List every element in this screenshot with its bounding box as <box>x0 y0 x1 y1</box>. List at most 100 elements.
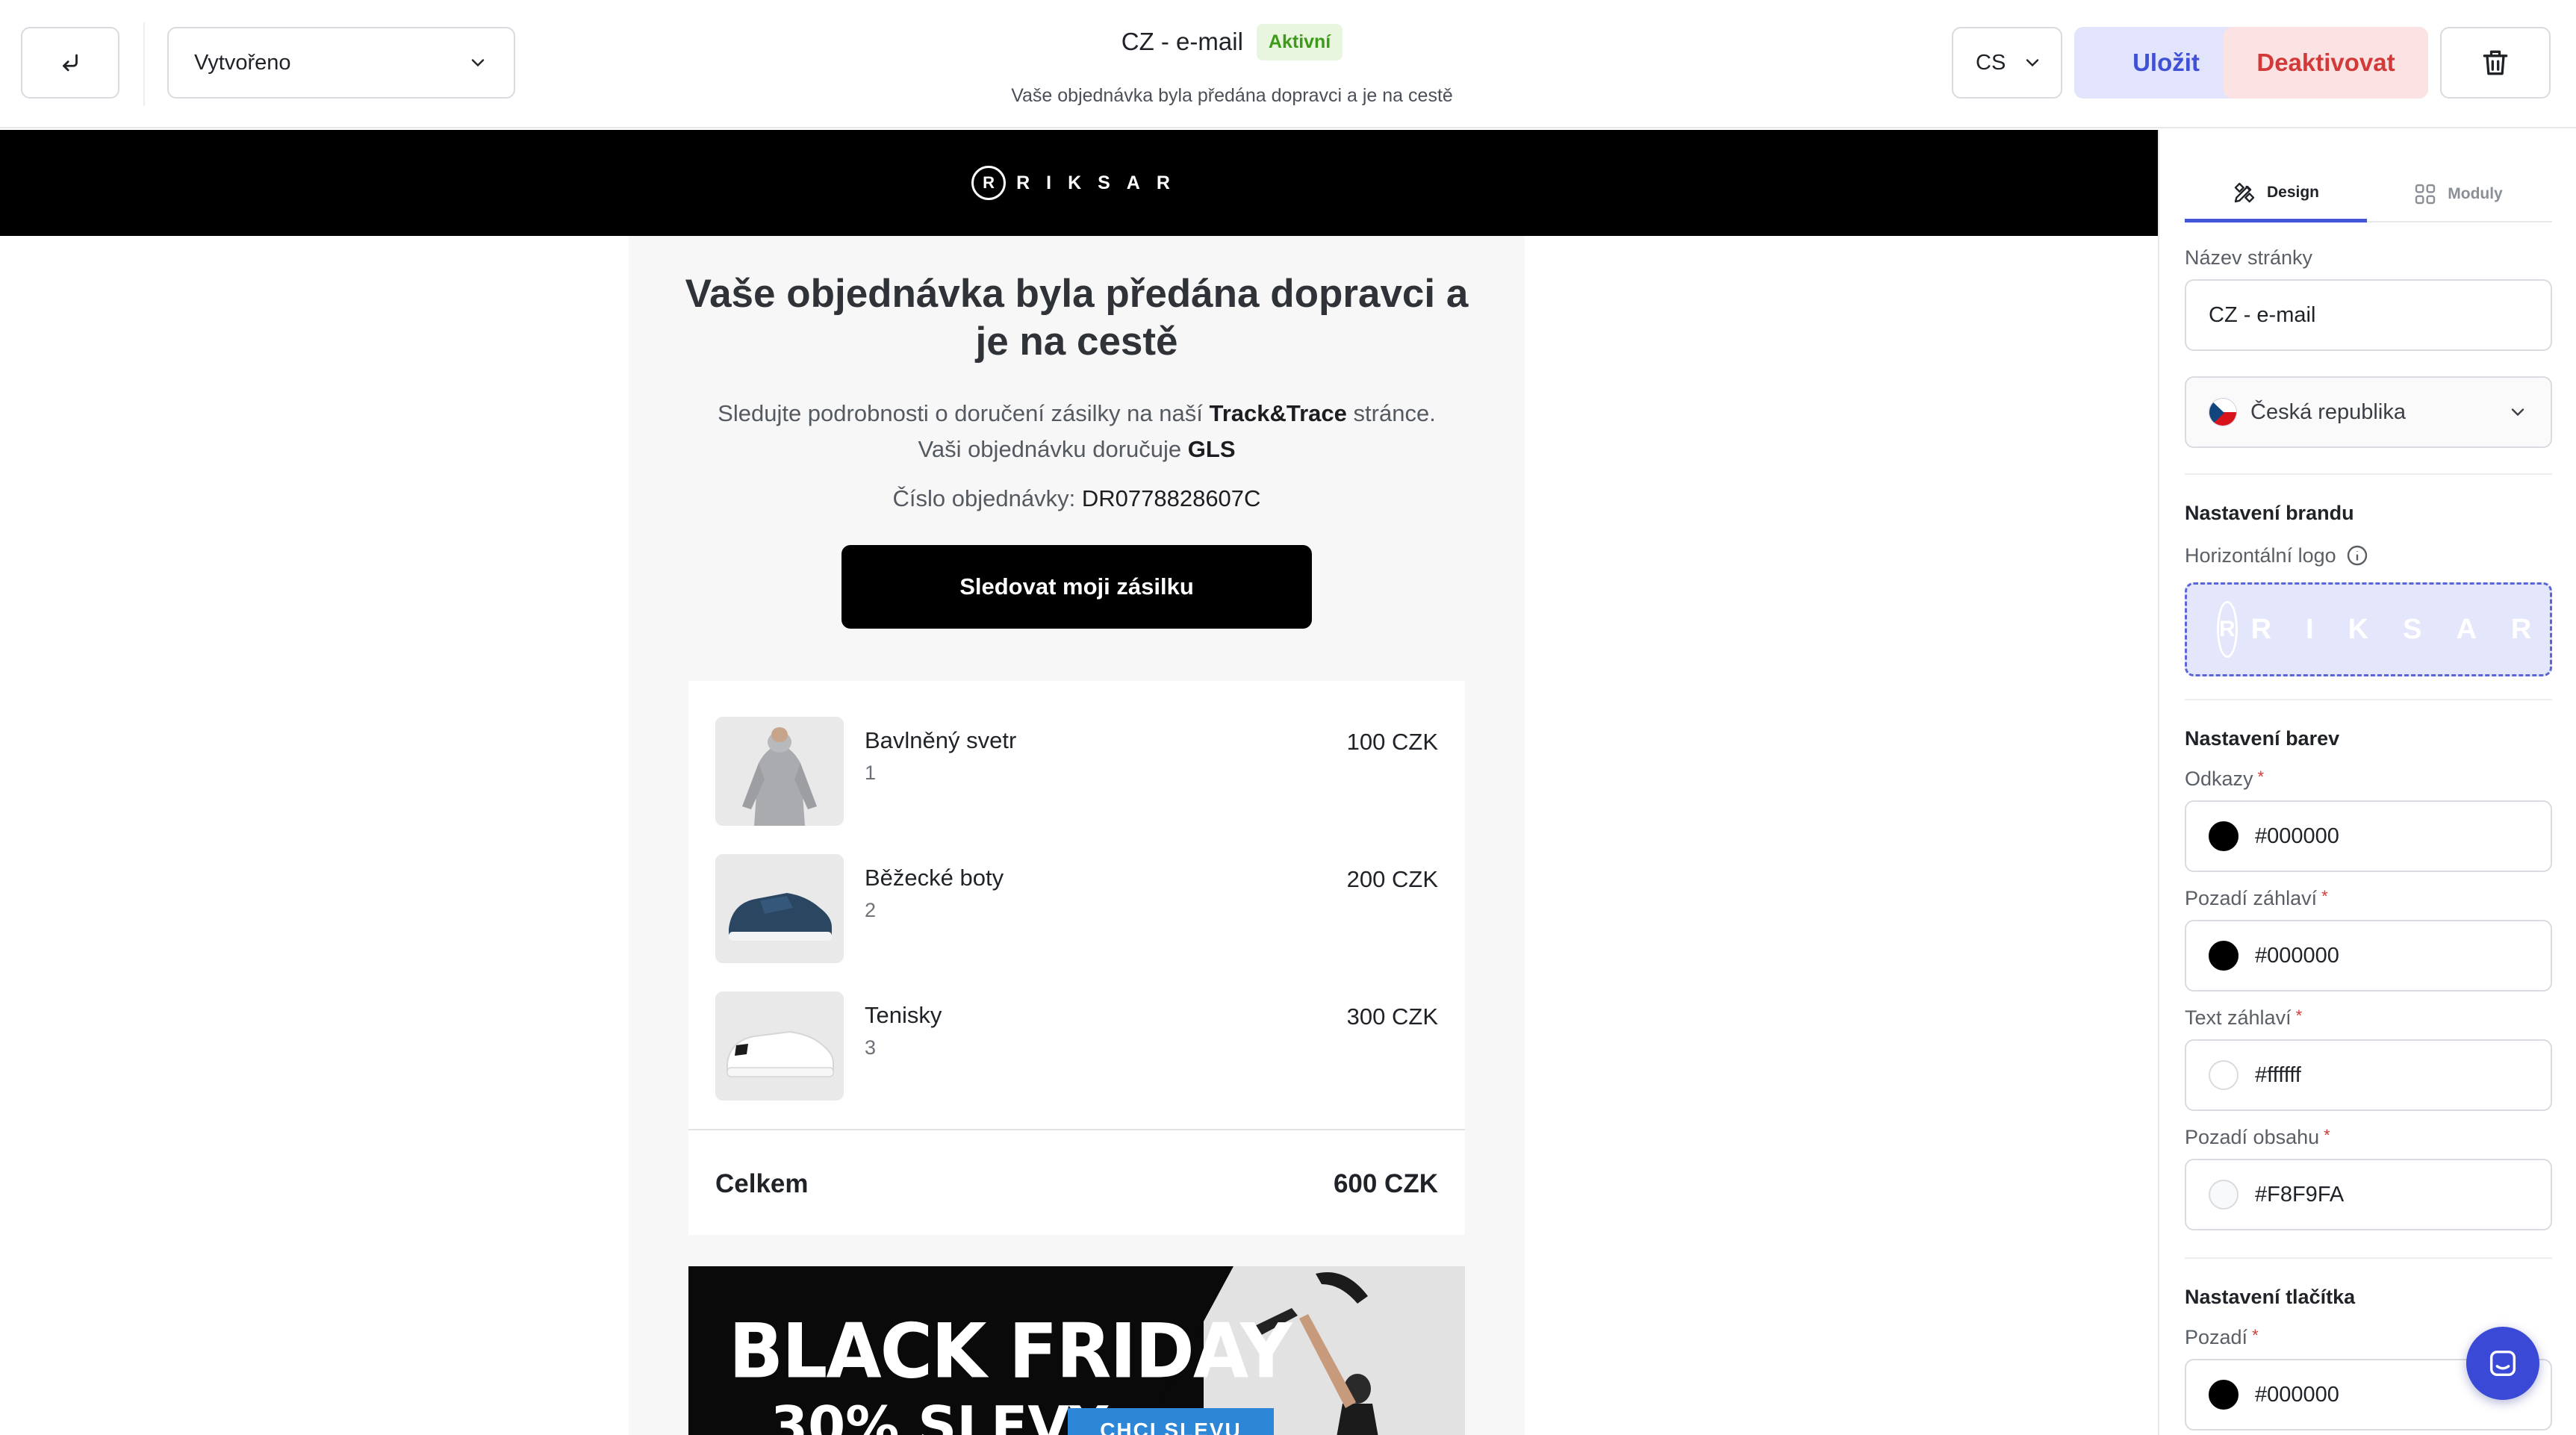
brand-logo-wordmark: RIKSAR <box>1016 172 1186 193</box>
carrier-name: GLS <box>1187 436 1236 462</box>
trash-icon <box>2483 50 2508 75</box>
item-price: 300 CZK <box>1346 1003 1438 1030</box>
item-price: 100 CZK <box>1346 729 1438 755</box>
color-value: #000000 <box>2255 1382 2339 1407</box>
color-swatch[interactable] <box>2209 1180 2239 1210</box>
return-arrow-icon <box>63 54 78 72</box>
color-label: Text záhlaví * <box>2185 1006 2302 1030</box>
order-item: Bavlněný svetr 1 100 CZK <box>715 717 1438 826</box>
sneaker-photo <box>715 992 844 1101</box>
page-name-input[interactable]: CZ - e-mail <box>2185 279 2552 351</box>
color-field-content-bg[interactable]: #F8F9FA <box>2185 1159 2552 1230</box>
color-label: Odkazy * <box>2185 768 2264 791</box>
item-price: 200 CZK <box>1346 866 1438 892</box>
button-settings-heading: Nastavení tlačítka <box>2185 1286 2356 1308</box>
chevron-down-icon <box>2026 59 2039 67</box>
brand-logo-mark: R <box>2217 601 2238 658</box>
banner-title: BLACK FRIDAY <box>729 1307 1292 1395</box>
section-divider <box>2185 473 2552 475</box>
color-value: #000000 <box>2255 943 2339 968</box>
panel-tabs: Design Moduly <box>2185 166 2552 222</box>
total-label: Celkem <box>715 1169 809 1198</box>
color-label: Pozadí záhlaví * <box>2185 887 2328 910</box>
horizontal-logo-label: Horizontální logo <box>2185 544 2336 567</box>
item-name: Bavlněný svetr <box>865 727 1017 753</box>
banner-cta[interactable]: CHCI SLEVU <box>1068 1408 1274 1435</box>
order-number-value: DR0778828607C <box>1081 485 1261 511</box>
order-item: Běžecké boty 2 200 CZK <box>715 854 1438 963</box>
color-label: Pozadí * <box>2185 1326 2259 1349</box>
country-select[interactable]: Česká republika <box>2185 376 2552 448</box>
deactivate-button[interactable]: Deaktivovat <box>2224 27 2428 99</box>
tab-modules-label: Moduly <box>2448 185 2503 202</box>
color-value: #ffffff <box>2255 1062 2301 1087</box>
tab-modules[interactable]: Moduly <box>2367 166 2549 222</box>
status-badge: Aktivní <box>1256 23 1343 60</box>
total-divider <box>688 1129 1465 1130</box>
info-icon[interactable] <box>2345 544 2369 567</box>
carrier-prefix: Vaši objednávku doručuje <box>918 436 1182 462</box>
required-asterisk: * <box>2252 1326 2259 1345</box>
desc-suffix: stránce. <box>1353 400 1436 426</box>
color-label-text: Pozadí <box>2185 1326 2248 1348</box>
tab-design-label: Design <box>2266 183 2319 201</box>
item-name: Tenisky <box>865 1002 942 1028</box>
brand-logo: R RIKSAR <box>971 166 1186 200</box>
item-quantity: 1 <box>865 762 877 784</box>
design-tools-icon <box>2234 182 2255 202</box>
delete-button[interactable] <box>2440 27 2551 99</box>
settings-panel: Design Moduly Název stránky CZ - e-mail … <box>2158 130 2576 1435</box>
logo-upload-dropzone[interactable]: R RIKSAR <box>2185 582 2552 676</box>
color-value: #000000 <box>2255 824 2339 848</box>
color-label-text: Text záhlaví <box>2185 1006 2292 1029</box>
color-field-header-bg[interactable]: #000000 <box>2185 920 2552 992</box>
email-description[interactable]: Sledujte podrobnosti o doručení zásilky … <box>673 396 1480 467</box>
country-select-content: Česká republika <box>2209 398 2406 426</box>
sweater-photo <box>715 717 844 826</box>
tab-design[interactable]: Design <box>2185 166 2367 222</box>
back-button[interactable] <box>21 27 119 99</box>
top-toolbar: Vytvořeno CZ - e-mail Aktivní Vaše objed… <box>0 0 2576 128</box>
email-preview-canvas: R RIKSAR Vaše objednávka byla předána do… <box>0 130 2158 1435</box>
email-header[interactable]: R RIKSAR <box>0 130 2158 236</box>
required-asterisk: * <box>2295 1006 2303 1025</box>
email-heading[interactable]: Vaše objednávka byla předána dopravci a … <box>673 270 1480 366</box>
horizontal-logo-label-row: Horizontální logo <box>2185 544 2369 567</box>
brand-settings-heading: Nastavení brandu <box>2185 502 2354 524</box>
page-subtitle: Vaše objednávka byla předána dopravci a … <box>1011 85 1453 106</box>
language-select[interactable]: CS <box>1952 27 2062 99</box>
chevron-down-icon <box>471 59 485 67</box>
black-friday-banner[interactable]: BLACK FRIDAY 30% SLEVY CHCI SLEVU <box>688 1266 1465 1435</box>
desc-prefix: Sledujte podrobnosti o doručení zásilky … <box>718 400 1203 426</box>
section-divider <box>2185 1257 2552 1259</box>
page-title-block: CZ - e-mail Aktivní Vaše objednávka byla… <box>896 21 1568 107</box>
color-swatch[interactable] <box>2209 1380 2239 1410</box>
color-settings-heading: Nastavení barev <box>2185 727 2340 750</box>
running-shoe-photo <box>715 854 844 963</box>
modules-icon <box>2415 184 2436 205</box>
required-asterisk: * <box>2324 1126 2330 1145</box>
brand-logo-wordmark: RIKSAR <box>2250 613 2566 645</box>
required-asterisk: * <box>2321 887 2328 906</box>
item-quantity: 2 <box>865 899 877 921</box>
color-label-text: Pozadí obsahu <box>2185 1126 2320 1148</box>
track-shipment-button[interactable]: Sledovat moji zásilku <box>841 545 1312 629</box>
color-swatch[interactable] <box>2209 821 2239 851</box>
toolbar-divider <box>143 22 145 106</box>
color-field-header-text[interactable]: #ffffff <box>2185 1039 2552 1111</box>
order-items-card: Bavlněný svetr 1 100 CZK Běžecké boty 2 … <box>688 681 1465 1235</box>
color-swatch[interactable] <box>2209 1060 2239 1090</box>
color-field-links[interactable]: #000000 <box>2185 800 2552 872</box>
chevron-down-icon <box>2511 408 2524 417</box>
color-swatch[interactable] <box>2209 941 2239 971</box>
banner-subtitle: 30% SLEVY <box>771 1395 1109 1435</box>
track-trace-link[interactable]: Track&Trace <box>1209 400 1346 426</box>
status-select-value: Vytvořeno <box>194 50 291 75</box>
czech-flag-icon <box>2209 398 2237 426</box>
support-chat-button[interactable] <box>2466 1327 2539 1400</box>
country-select-value: Česká republika <box>2250 399 2406 424</box>
language-select-value: CS <box>1976 50 2006 75</box>
email-body: Vaše objednávka byla předána dopravci a … <box>629 236 1525 1435</box>
order-item: Tenisky 3 300 CZK <box>715 992 1438 1101</box>
status-select[interactable]: Vytvořeno <box>167 27 515 99</box>
